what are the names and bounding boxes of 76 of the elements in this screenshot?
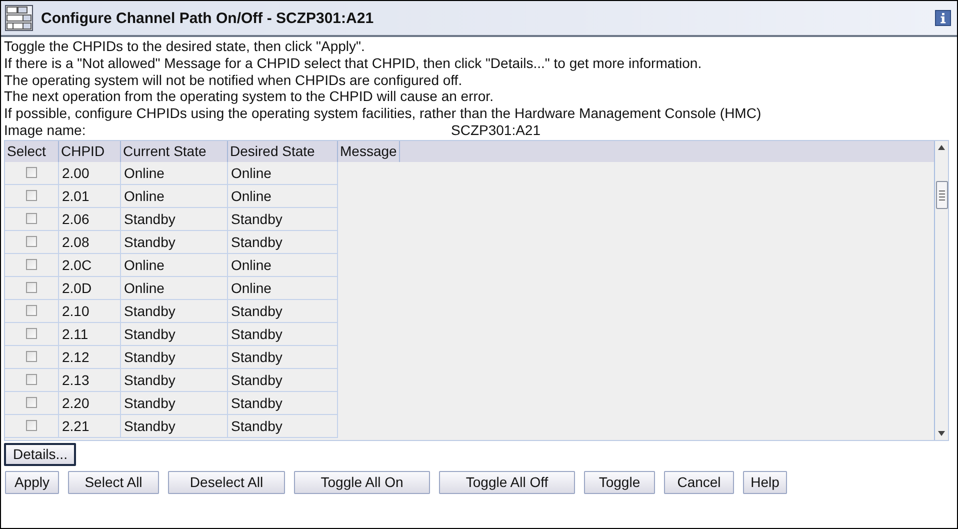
instruction-text: The next operation from the operating system to the CHPID will cause an error. xyxy=(4,88,494,106)
column-header[interactable]: Current State xyxy=(121,140,228,162)
table-cell: 2.11 xyxy=(59,322,121,346)
table-cell: Standby xyxy=(121,322,228,346)
instruction-text: Toggle the CHPIDs to the desired state, then click "Apply". xyxy=(4,38,366,55)
checkbox[interactable] xyxy=(26,167,37,178)
table-cell: Standby xyxy=(228,300,338,323)
image-name-value: SCZP301:A21 xyxy=(451,122,540,139)
image-name-label: Image name: xyxy=(4,122,87,139)
table-cell: 2.21 xyxy=(59,414,121,438)
checkbox[interactable] xyxy=(26,305,37,316)
scrollbar[interactable] xyxy=(934,140,948,440)
checkbox[interactable] xyxy=(26,397,37,408)
table-cell: Standby xyxy=(228,208,338,231)
panels-icon xyxy=(5,5,33,31)
table-cell: Standby xyxy=(121,368,228,392)
table-cell: 2.06 xyxy=(59,208,121,231)
table-cell: 2.10 xyxy=(59,300,121,323)
checkbox[interactable] xyxy=(26,259,37,270)
checkbox[interactable] xyxy=(26,282,37,294)
checkbox[interactable] xyxy=(26,328,37,340)
table-cell: 2.13 xyxy=(59,368,121,392)
table-cell: Standby xyxy=(228,368,338,392)
column-header[interactable]: Desired State xyxy=(228,140,338,162)
table-cell: Standby xyxy=(121,230,228,254)
table-cell: 2.20 xyxy=(59,392,121,415)
table-cell: Standby xyxy=(228,414,338,438)
action-button[interactable]: Deselect All xyxy=(168,470,285,494)
table-cell: 2.00 xyxy=(59,162,121,185)
instruction-text: The operating system will not be notified when CHPIDs are configured off. xyxy=(4,72,464,88)
scroll-up-icon[interactable] xyxy=(938,144,945,150)
action-button[interactable]: Toggle xyxy=(584,470,655,494)
table-cell: 2.08 xyxy=(59,230,121,254)
checkbox[interactable] xyxy=(26,351,37,362)
table-cell: Online xyxy=(228,254,338,277)
column-header[interactable]: Message xyxy=(338,140,400,162)
table-cell: Standby xyxy=(121,300,228,323)
checkbox[interactable] xyxy=(26,213,37,224)
instruction-text: If there is a "Not allowed" Message for a CHPID select that CHPID, then click "Details..." to get more information. xyxy=(4,54,703,72)
table-cell: 2.12 xyxy=(59,346,121,369)
checkbox[interactable] xyxy=(26,190,37,202)
checkbox[interactable] xyxy=(26,420,37,432)
table-cell: Standby xyxy=(228,230,338,254)
action-button[interactable]: Help xyxy=(743,470,787,494)
table-cell: Online xyxy=(121,276,228,300)
action-button[interactable]: Select All xyxy=(68,470,159,494)
table-cell: Standby xyxy=(121,208,228,231)
checkbox[interactable] xyxy=(26,374,37,386)
table-cell: Online xyxy=(228,276,338,300)
table-cell: Standby xyxy=(228,392,338,415)
action-button[interactable]: Toggle All Off xyxy=(439,470,575,494)
table-cell: Standby xyxy=(121,414,228,438)
table-cell: 2.0C xyxy=(59,254,121,277)
action-button[interactable]: Toggle All On xyxy=(294,470,430,494)
table-cell: Online xyxy=(121,184,228,208)
table-cell: 2.01 xyxy=(59,184,121,208)
table-cell: Online xyxy=(228,184,338,208)
details-button[interactable]: Details... xyxy=(4,442,76,466)
scroll-thumb[interactable] xyxy=(936,181,948,210)
window-title: Configure Channel Path On/Off - SCZP301:A21 xyxy=(41,10,375,26)
column-header[interactable]: Select xyxy=(5,140,59,162)
checkbox[interactable] xyxy=(26,236,37,248)
table-cell: Online xyxy=(228,162,338,185)
instruction-text: If possible, configure CHPIDs using the operating system facilities, rather than the Hardware Management Console (HMC) xyxy=(4,105,762,122)
action-button[interactable]: Cancel xyxy=(664,470,734,494)
table-cell: Standby xyxy=(121,392,228,415)
table-cell: Standby xyxy=(121,346,228,369)
table-cell: Online xyxy=(121,254,228,277)
table-cell: Online xyxy=(121,162,228,185)
table-cell: 2.0D xyxy=(59,276,121,300)
table-cell: Standby xyxy=(228,346,338,369)
scroll-down-icon[interactable] xyxy=(938,430,945,436)
column-header[interactable]: CHPID xyxy=(59,140,121,162)
info-icon[interactable] xyxy=(935,10,951,26)
action-button[interactable]: Apply xyxy=(5,470,59,494)
table-cell: Standby xyxy=(228,322,338,346)
